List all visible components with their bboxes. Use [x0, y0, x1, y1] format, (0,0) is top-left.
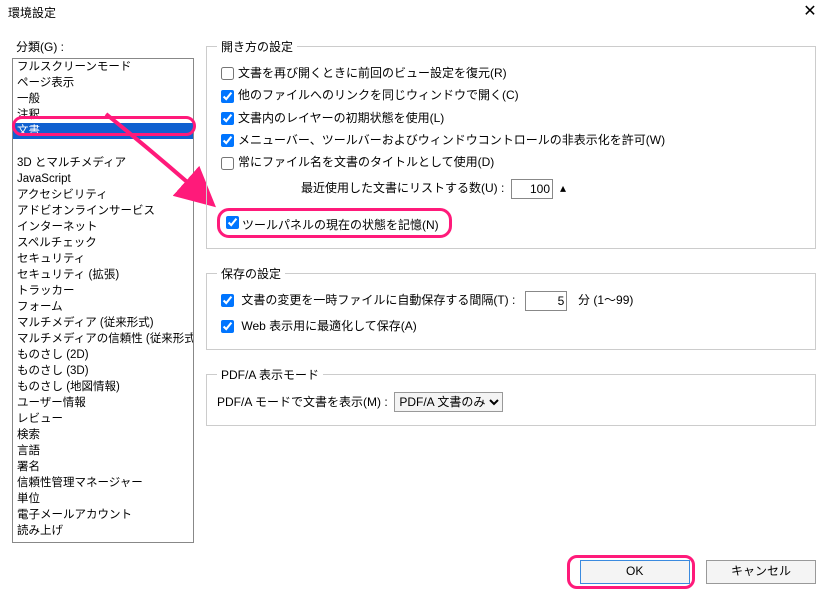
close-icon[interactable]: ✕	[790, 0, 830, 26]
list-item[interactable]: フルスクリーンモード	[13, 59, 193, 75]
list-item[interactable]: 読み上げ	[13, 523, 193, 539]
list-item[interactable]: 署名	[13, 459, 193, 475]
cancel-button[interactable]: キャンセル	[706, 560, 816, 584]
list-item[interactable]: 注釈	[13, 107, 193, 123]
file-title-label: 常にファイル名を文書のタイトルとして使用(D)	[238, 155, 494, 169]
same-window-label: 他のファイルへのリンクを同じウィンドウで開く(C)	[238, 88, 519, 102]
list-item[interactable]: アクセシビリティ	[13, 187, 193, 203]
list-item[interactable]: 一般	[13, 91, 193, 107]
optimize-web-checkbox[interactable]	[221, 320, 234, 333]
category-list[interactable]: フルスクリーンモードページ表示一般注釈文書 3D とマルチメディアJavaScr…	[12, 58, 194, 543]
window-title: 環境設定	[8, 6, 56, 20]
same-window-checkbox[interactable]	[221, 90, 234, 103]
list-item[interactable]: 検索	[13, 427, 193, 443]
allow-hide-label: メニューバー、ツールバーおよびウィンドウコントロールの非表示化を許可(W)	[238, 133, 665, 147]
list-item[interactable]: トラッカー	[13, 283, 193, 299]
optimize-web-label: Web 表示用に最適化して保存(A)	[241, 319, 416, 333]
list-item[interactable]: インターネット	[13, 219, 193, 235]
recent-docs-label: 最近使用した文書にリストする数(U) :	[301, 181, 504, 195]
tool-panel-checkbox[interactable]	[226, 216, 239, 229]
list-item[interactable]: アドビオンラインサービス	[13, 203, 193, 219]
list-item[interactable]: 文書	[13, 123, 193, 139]
list-item[interactable]: ものさし (2D)	[13, 347, 193, 363]
list-item[interactable]: セキュリティ	[13, 251, 193, 267]
highlight-ok: OK	[567, 555, 695, 589]
save-settings-group: 保存の設定 文書の変更を一時ファイルに自動保存する間隔(T) : 分 (1〜99…	[206, 265, 816, 350]
highlight-tool-panel: ツールパネルの現在の状態を記憶(N)	[217, 208, 452, 238]
list-item[interactable]: 信頼性管理マネージャー	[13, 475, 193, 491]
list-item[interactable]: 電子メールアカウント	[13, 507, 193, 523]
recent-docs-input[interactable]	[511, 179, 553, 199]
list-item[interactable]: ユーザー情報	[13, 395, 193, 411]
allow-hide-checkbox[interactable]	[221, 134, 234, 147]
autosave-input[interactable]	[525, 291, 567, 311]
spinner-icon[interactable]: ▴	[557, 181, 569, 195]
list-item[interactable]: フォーム	[13, 299, 193, 315]
list-item[interactable]: マルチメディア (従来形式)	[13, 315, 193, 331]
ok-button[interactable]: OK	[580, 560, 690, 584]
save-legend: 保存の設定	[217, 265, 285, 282]
autosave-unit: 分 (1〜99)	[578, 293, 633, 307]
open-settings-group: 開き方の設定 文書を再び開くときに前回のビュー設定を復元(R) 他のファイルへの…	[206, 38, 816, 249]
list-item[interactable]: JavaScript	[13, 171, 193, 187]
restore-view-checkbox[interactable]	[221, 67, 234, 80]
list-item[interactable]: ものさし (地図情報)	[13, 379, 193, 395]
pdfa-select[interactable]: PDF/A 文書のみ	[394, 392, 503, 412]
autosave-label: 文書の変更を一時ファイルに自動保存する間隔(T) :	[241, 293, 515, 307]
autosave-checkbox[interactable]	[221, 294, 234, 307]
pdfa-label: PDF/A モードで文書を表示(M) :	[217, 395, 388, 409]
list-item[interactable]: レビュー	[13, 411, 193, 427]
layer-state-label: 文書内のレイヤーの初期状態を使用(L)	[238, 111, 444, 125]
file-title-checkbox[interactable]	[221, 157, 234, 170]
tool-panel-label: ツールパネルの現在の状態を記憶(N)	[242, 218, 439, 232]
list-item[interactable]: 3D とマルチメディア	[13, 155, 193, 171]
pdfa-legend: PDF/A 表示モード	[217, 366, 323, 383]
list-item[interactable]: スペルチェック	[13, 235, 193, 251]
list-item[interactable]	[13, 139, 193, 155]
list-item[interactable]: 単位	[13, 491, 193, 507]
list-item[interactable]: ものさし (3D)	[13, 363, 193, 379]
pdfa-group: PDF/A 表示モード PDF/A モードで文書を表示(M) : PDF/A 文…	[206, 366, 816, 426]
restore-view-label: 文書を再び開くときに前回のビュー設定を復元(R)	[238, 66, 507, 80]
open-legend: 開き方の設定	[217, 38, 297, 55]
list-item[interactable]: マルチメディアの信頼性 (従来形式)	[13, 331, 193, 347]
layer-state-checkbox[interactable]	[221, 112, 234, 125]
list-item[interactable]: ページ表示	[13, 75, 193, 91]
category-label: 分類(G) :	[16, 38, 64, 55]
list-item[interactable]: 言語	[13, 443, 193, 459]
list-item[interactable]: セキュリティ (拡張)	[13, 267, 193, 283]
